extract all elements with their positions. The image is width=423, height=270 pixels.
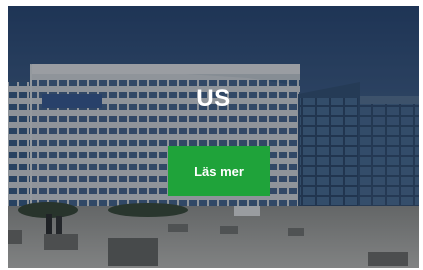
dark-overlay: [8, 6, 419, 268]
hero-card: US Läs mer: [8, 6, 419, 268]
read-more-button[interactable]: Läs mer: [168, 146, 270, 196]
hero-title: US: [196, 85, 231, 112]
